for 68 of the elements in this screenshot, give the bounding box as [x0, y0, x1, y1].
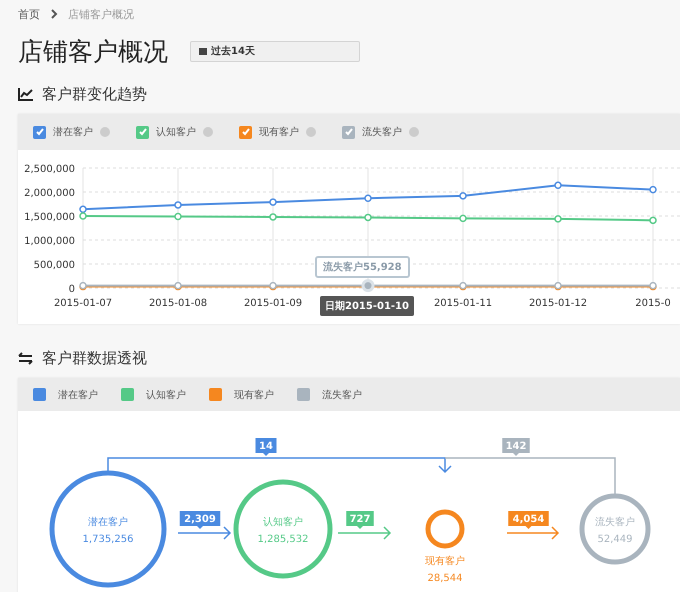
x-axis-label: 2015-01-12 [528, 298, 588, 309]
x-axis-label: 2015-01-07 [54, 298, 112, 309]
calendar-icon [199, 47, 207, 55]
count-badge: 142 [502, 438, 530, 456]
date-range-button[interactable]: 过去14天 [190, 40, 360, 62]
legend-label: 潜在客户 [58, 388, 98, 402]
chevron-right-icon [50, 9, 58, 19]
legend-checkbox[interactable] [33, 126, 46, 138]
data-point [174, 201, 182, 209]
breadcrumb-link[interactable]: 首页 [18, 6, 40, 22]
x-axis-label: 2015-01-11 [434, 298, 492, 309]
count-badge: 4,054 [508, 511, 549, 529]
x-axis-label: 2015-01-09 [244, 298, 302, 309]
flow-arrow [506, 526, 560, 540]
y-axis-label: 2,000,000 [24, 188, 75, 199]
data-point [269, 213, 277, 221]
count-badge: 2,309 [180, 511, 220, 529]
data-point [459, 192, 467, 200]
stage-label: 认知客户 [263, 517, 303, 528]
data-point [459, 214, 467, 222]
flow-arrow [177, 526, 232, 540]
section-title: 客户群变化趋势 [42, 84, 147, 104]
data-point [649, 216, 657, 224]
data-point [364, 214, 372, 222]
legend-checkbox[interactable] [342, 126, 355, 138]
y-axis-label: 500,000 [34, 260, 75, 271]
chart-tooltip: 流失客户55,928 [315, 256, 410, 278]
y-axis-label: 2,500,000 [24, 164, 75, 175]
legend-checkbox[interactable] [239, 126, 252, 138]
breadcrumb-current: 店铺客户概况 [68, 6, 134, 22]
y-axis-label: 1,500,000 [24, 212, 75, 223]
swap-arrows-icon [18, 352, 33, 364]
legend-label: 认知客户 [146, 388, 186, 402]
page-title: 店铺客户概况 [18, 36, 168, 68]
help-icon[interactable] [409, 127, 419, 137]
data-point [174, 212, 182, 220]
count-badge: 14 [256, 438, 276, 456]
y-axis-label: 1,000,000 [24, 236, 75, 247]
stage-count: 1,285,532 [258, 534, 308, 545]
data-point [364, 194, 372, 202]
count-badge: 727 [346, 511, 374, 529]
crosshair-date-label: 日期2015-01-10 [320, 296, 414, 316]
x-axis-label: 2015-01-08 [148, 298, 208, 309]
data-point [554, 215, 562, 223]
flow-arrow [337, 526, 392, 540]
help-icon[interactable] [306, 127, 316, 137]
line-chart-icon [18, 88, 33, 100]
y-axis-label: 0 [68, 284, 75, 295]
legend-label: 流失客户 [322, 388, 362, 402]
help-icon[interactable] [203, 127, 213, 137]
legend-label: 潜在客户 [53, 126, 93, 139]
stage-count: 28,544 [428, 573, 462, 584]
data-point [554, 182, 562, 190]
data-point [649, 186, 657, 194]
data-point [269, 198, 277, 206]
legend-label: 流失客户 [362, 126, 402, 139]
section-title: 客户群数据透视 [42, 348, 147, 368]
stage-count: 1,735,256 [82, 534, 134, 545]
x-axis-label: 2015-0 [635, 298, 671, 309]
stage-count: 52,449 [598, 534, 632, 545]
stage-label: 潜在客户 [88, 517, 128, 528]
legend-checkbox[interactable] [136, 126, 149, 138]
legend-label: 现有客户 [234, 388, 274, 402]
stage-label: 流失客户 [595, 517, 635, 528]
legend-label: 现有客户 [259, 126, 299, 139]
help-icon[interactable] [100, 127, 110, 137]
stage-label: 现有客户 [425, 556, 465, 567]
legend-label: 认知客户 [156, 126, 196, 139]
